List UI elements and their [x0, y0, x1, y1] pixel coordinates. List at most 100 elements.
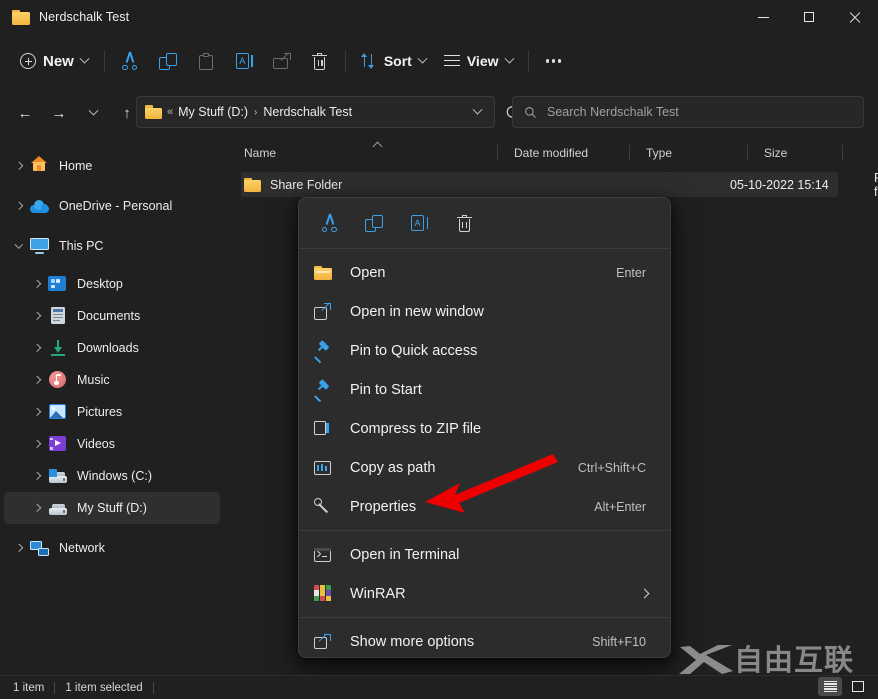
sidebar-item-home[interactable]: Home	[4, 150, 220, 182]
sidebar-item-music[interactable]: Music	[4, 364, 220, 396]
sidebar-item-my-stuff-d[interactable]: My Stuff (D:)	[4, 492, 220, 524]
sidebar-item-label: This PC	[59, 239, 104, 253]
chevron-right-icon[interactable]	[8, 537, 30, 559]
large-icons-view-button[interactable]	[846, 677, 870, 696]
chevron-right-icon[interactable]	[26, 337, 48, 359]
pictures-icon	[48, 402, 68, 422]
winrar-icon	[314, 584, 334, 604]
network-icon	[30, 538, 50, 558]
context-menu: A Open Enter Open in new window Pin to Q…	[298, 197, 671, 658]
cut-button[interactable]	[311, 207, 347, 239]
details-view-button[interactable]	[818, 677, 842, 696]
sidebar-item-documents[interactable]: Documents	[4, 300, 220, 332]
status-bar: 1 item 1 item selected	[0, 675, 878, 699]
chevron-right-icon[interactable]	[26, 433, 48, 455]
cut-icon	[321, 213, 338, 232]
rename-button[interactable]: A	[225, 44, 263, 78]
music-icon	[48, 370, 68, 390]
column-header-date-modified[interactable]: Date modified	[498, 140, 630, 166]
breadcrumb-item-drive[interactable]: My Stuff (D:)	[178, 105, 248, 119]
sidebar-item-this-pc[interactable]: This PC	[4, 230, 220, 262]
chevron-right-icon[interactable]	[26, 401, 48, 423]
divider	[152, 681, 154, 694]
chevron-right-icon[interactable]	[26, 369, 48, 391]
sort-button-label: Sort	[383, 53, 412, 69]
chevron-right-icon[interactable]	[26, 497, 48, 519]
chevron-right-icon[interactable]	[26, 465, 48, 487]
sidebar-item-label: Network	[59, 541, 105, 555]
sidebar-item-pictures[interactable]: Pictures	[4, 396, 220, 428]
chevron-right-icon[interactable]	[26, 305, 48, 327]
new-button[interactable]: New	[12, 45, 98, 77]
menu-item-label: WinRAR	[350, 585, 406, 602]
minimize-button[interactable]	[740, 0, 786, 34]
breadcrumb-item-folder[interactable]: Nerdschalk Test	[263, 105, 352, 119]
back-button[interactable]: ←	[10, 98, 40, 128]
sort-button[interactable]: Sort	[352, 44, 435, 78]
column-header-size[interactable]: Size	[748, 140, 843, 166]
address-bar[interactable]: « My Stuff (D:) › Nerdschalk Test	[136, 96, 495, 128]
sidebar-item-windows-c[interactable]: Windows (C:)	[4, 460, 220, 492]
menu-item-open[interactable]: Open Enter	[303, 253, 666, 292]
menu-item-label: Pin to Start	[350, 381, 422, 398]
chevron-right-icon[interactable]	[8, 195, 30, 217]
menu-item-open-in-new-window[interactable]: Open in new window	[303, 292, 666, 331]
menu-item-label: Open in new window	[350, 303, 484, 320]
sidebar-item-label: Videos	[77, 437, 115, 451]
see-more-button[interactable]	[535, 44, 573, 78]
menu-item-compress-to-zip[interactable]: Compress to ZIP file	[303, 409, 666, 448]
menu-item-accelerator: Ctrl+Shift+C	[577, 460, 646, 475]
chevron-right-icon[interactable]	[26, 273, 48, 295]
cut-icon	[121, 51, 138, 70]
column-headers: Name Date modified Type Size	[228, 140, 878, 166]
chevron-down-icon[interactable]	[8, 235, 30, 257]
column-header-type[interactable]: Type	[630, 140, 748, 166]
menu-item-open-in-terminal[interactable]: Open in Terminal	[303, 535, 666, 574]
address-dropdown-button[interactable]	[466, 99, 488, 125]
menu-item-pin-to-start[interactable]: Pin to Start	[303, 370, 666, 409]
folder-icon	[145, 105, 162, 119]
breadcrumb-overflow[interactable]: «	[167, 106, 173, 118]
column-header-label: Size	[764, 146, 788, 160]
close-button[interactable]	[832, 0, 878, 34]
search-input[interactable]: Search Nerdschalk Test	[547, 105, 679, 119]
column-header-name[interactable]: Name	[228, 140, 498, 166]
divider	[344, 50, 346, 72]
column-header-label: Type	[646, 146, 673, 160]
menu-item-properties[interactable]: Properties Alt+Enter	[303, 487, 666, 526]
sidebar-item-label: Documents	[77, 309, 141, 323]
recent-locations-button[interactable]	[78, 98, 108, 128]
delete-icon	[456, 214, 472, 232]
view-button[interactable]: View	[435, 44, 522, 78]
menu-item-copy-as-path[interactable]: Copy as path Ctrl+Shift+C	[303, 448, 666, 487]
menu-item-winrar[interactable]: WinRAR	[303, 574, 666, 613]
delete-icon	[312, 52, 328, 70]
cut-button[interactable]	[111, 44, 149, 78]
sidebar-item-network[interactable]: Network	[4, 532, 220, 564]
rename-button[interactable]: A	[401, 207, 437, 239]
search-box[interactable]: Search Nerdschalk Test	[512, 96, 864, 128]
menu-item-show-more-options[interactable]: Show more options Shift+F10	[303, 622, 666, 657]
divider	[299, 248, 670, 249]
maximize-button[interactable]	[786, 0, 832, 34]
copy-button[interactable]	[149, 44, 187, 78]
sidebar-item-downloads[interactable]: Downloads	[4, 332, 220, 364]
sidebar-item-videos[interactable]: Videos	[4, 428, 220, 460]
copy-button[interactable]	[356, 207, 392, 239]
menu-item-pin-to-quick-access[interactable]: Pin to Quick access	[303, 331, 666, 370]
sidebar-item-onedrive[interactable]: OneDrive - Personal	[4, 190, 220, 222]
delete-button[interactable]	[301, 44, 339, 78]
title-bar: Nerdschalk Test	[0, 0, 878, 34]
context-menu-icon-row: A	[299, 202, 670, 244]
paste-button[interactable]	[187, 44, 225, 78]
copy-icon	[158, 52, 177, 70]
date-modified-cell: 05-10-2022 15:14	[730, 177, 829, 192]
chevron-right-icon[interactable]	[8, 155, 30, 177]
table-row[interactable]: Share Folder 05-10-2022 15:14 File folde…	[241, 171, 878, 199]
forward-button[interactable]: →	[44, 98, 74, 128]
sort-icon	[361, 53, 377, 69]
plus-icon	[20, 53, 36, 69]
sidebar-item-desktop[interactable]: Desktop	[4, 268, 220, 300]
share-button[interactable]	[263, 44, 301, 78]
delete-button[interactable]	[446, 207, 482, 239]
